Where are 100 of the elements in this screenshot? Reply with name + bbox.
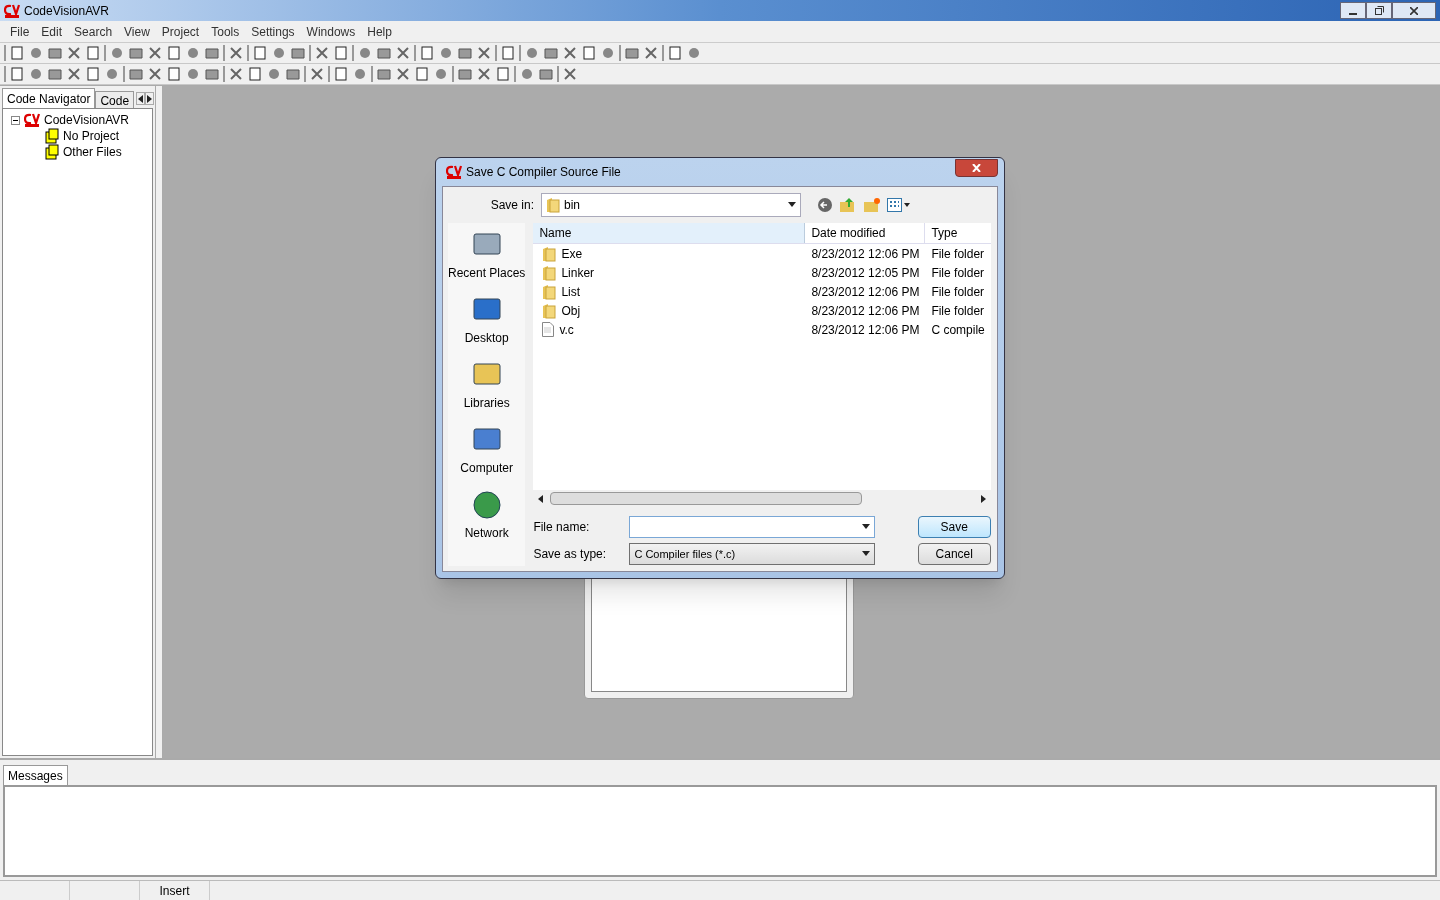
- close-button[interactable]: [1392, 2, 1436, 19]
- menu-item[interactable]: Search: [68, 22, 119, 41]
- toolbar-icon[interactable]: [47, 66, 63, 82]
- toolbar-icon[interactable]: [309, 66, 325, 82]
- toolbar-icon[interactable]: [357, 45, 373, 61]
- toolbar-icon[interactable]: [285, 66, 301, 82]
- new-folder-icon[interactable]: [863, 197, 881, 213]
- toolbar-icon[interactable]: [667, 45, 683, 61]
- toolbar-icon[interactable]: [9, 45, 25, 61]
- toolbar-icon[interactable]: [543, 45, 559, 61]
- toolbar-icon[interactable]: [686, 45, 702, 61]
- toolbar-icon[interactable]: [28, 45, 44, 61]
- file-name[interactable]: v.c: [559, 320, 574, 339]
- toolbar-icon[interactable]: [419, 45, 435, 61]
- menu-item[interactable]: Tools: [205, 22, 246, 41]
- panel-tab[interactable]: Messages: [3, 765, 68, 785]
- toolbar-icon[interactable]: [28, 66, 44, 82]
- place-item[interactable]: Libraries: [463, 394, 510, 412]
- column-header[interactable]: Date modified: [805, 223, 926, 243]
- toolbar-icon[interactable]: [290, 45, 306, 61]
- toolbar-icon[interactable]: [414, 66, 430, 82]
- place-item[interactable]: Network: [464, 524, 509, 542]
- toolbar-icon[interactable]: [109, 45, 125, 61]
- file-name[interactable]: Obj: [561, 301, 581, 320]
- column-header[interactable]: Name: [533, 223, 806, 243]
- toolbar-icon[interactable]: [562, 45, 578, 61]
- toolbar-icon[interactable]: [85, 45, 101, 61]
- toolbar-icon[interactable]: [266, 66, 282, 82]
- toolbar-icon[interactable]: [352, 66, 368, 82]
- menu-item[interactable]: Windows: [300, 22, 362, 41]
- toolbar-icon[interactable]: [643, 45, 659, 61]
- toolbar-icon[interactable]: [524, 45, 540, 61]
- back-icon[interactable]: [817, 197, 833, 213]
- toolbar-icon[interactable]: [395, 66, 411, 82]
- menu-item[interactable]: Project: [155, 22, 206, 41]
- toolbar-icon[interactable]: [624, 45, 640, 61]
- tree-item[interactable]: Other Files: [63, 143, 122, 161]
- toolbar-icon[interactable]: [433, 66, 449, 82]
- collapse-toggle[interactable]: [11, 115, 20, 125]
- toolbar-icon[interactable]: [204, 66, 220, 82]
- toolbar-icon[interactable]: [247, 66, 263, 82]
- column-header[interactable]: Type: [925, 223, 991, 243]
- up-folder-icon[interactable]: [839, 197, 857, 213]
- place-item[interactable]: Computer: [460, 459, 514, 477]
- panel-tab[interactable]: Code Navigator: [2, 88, 96, 108]
- file-name[interactable]: List: [561, 282, 581, 301]
- tree-item[interactable]: CodeVisionAVR: [44, 111, 129, 129]
- toolbar-icon[interactable]: [333, 66, 349, 82]
- cancel-button[interactable]: Cancel: [917, 543, 991, 565]
- place-item[interactable]: Recent Places: [448, 264, 526, 282]
- toolbar-icon[interactable]: [476, 45, 492, 61]
- toolbar-icon[interactable]: [333, 45, 349, 61]
- toolbar-icon[interactable]: [500, 45, 516, 61]
- toolbar-icon[interactable]: [147, 66, 163, 82]
- menu-item[interactable]: File: [4, 22, 36, 41]
- toolbar-icon[interactable]: [166, 45, 182, 61]
- toolbar-icon[interactable]: [185, 66, 201, 82]
- toolbar-icon[interactable]: [147, 45, 163, 61]
- toolbar-icon[interactable]: [314, 45, 330, 61]
- toolbar-icon[interactable]: [47, 45, 63, 61]
- toolbar-icon[interactable]: [9, 66, 25, 82]
- panel-tab[interactable]: Code: [95, 91, 135, 108]
- menu-item[interactable]: Help: [361, 22, 398, 41]
- place-item[interactable]: Desktop: [464, 329, 509, 347]
- toolbar-icon[interactable]: [185, 45, 201, 61]
- tree-item[interactable]: No Project: [63, 127, 120, 145]
- toolbar-icon[interactable]: [85, 66, 101, 82]
- toolbar-icon[interactable]: [538, 66, 554, 82]
- toolbar-icon[interactable]: [228, 45, 244, 61]
- save-button[interactable]: Save: [917, 516, 991, 538]
- toolbar-icon[interactable]: [457, 66, 473, 82]
- toolbar-icon[interactable]: [395, 45, 411, 61]
- toolbar-icon[interactable]: [128, 66, 144, 82]
- minimize-button[interactable]: [1340, 2, 1366, 19]
- toolbar-icon[interactable]: [438, 45, 454, 61]
- toolbar-icon[interactable]: [476, 66, 492, 82]
- toolbar-icon[interactable]: [204, 45, 220, 61]
- restore-button[interactable]: [1366, 2, 1392, 19]
- toolbar-icon[interactable]: [128, 45, 144, 61]
- file-name[interactable]: Exe: [561, 244, 583, 263]
- save-in-dropdown[interactable]: bin: [541, 193, 801, 217]
- toolbar-icon[interactable]: [66, 66, 82, 82]
- file-name[interactable]: Linker: [561, 263, 595, 282]
- menu-item[interactable]: View: [118, 22, 156, 41]
- toolbar-icon[interactable]: [600, 45, 616, 61]
- toolbar-icon[interactable]: [519, 66, 535, 82]
- toolbar-icon[interactable]: [66, 45, 82, 61]
- toolbar-icon[interactable]: [376, 45, 392, 61]
- menu-item[interactable]: Settings: [245, 22, 301, 41]
- close-button[interactable]: [955, 159, 998, 177]
- toolbar-icon[interactable]: [376, 66, 392, 82]
- toolbar-icon[interactable]: [562, 66, 578, 82]
- save-type-dropdown[interactable]: C Compiler files (*.c): [629, 543, 876, 565]
- toolbar-icon[interactable]: [457, 45, 473, 61]
- toolbar-icon[interactable]: [271, 45, 287, 61]
- toolbar-icon[interactable]: [166, 66, 182, 82]
- toolbar-icon[interactable]: [228, 66, 244, 82]
- toolbar-icon[interactable]: [104, 66, 120, 82]
- menu-item[interactable]: Edit: [35, 22, 69, 41]
- toolbar-icon[interactable]: [252, 45, 268, 61]
